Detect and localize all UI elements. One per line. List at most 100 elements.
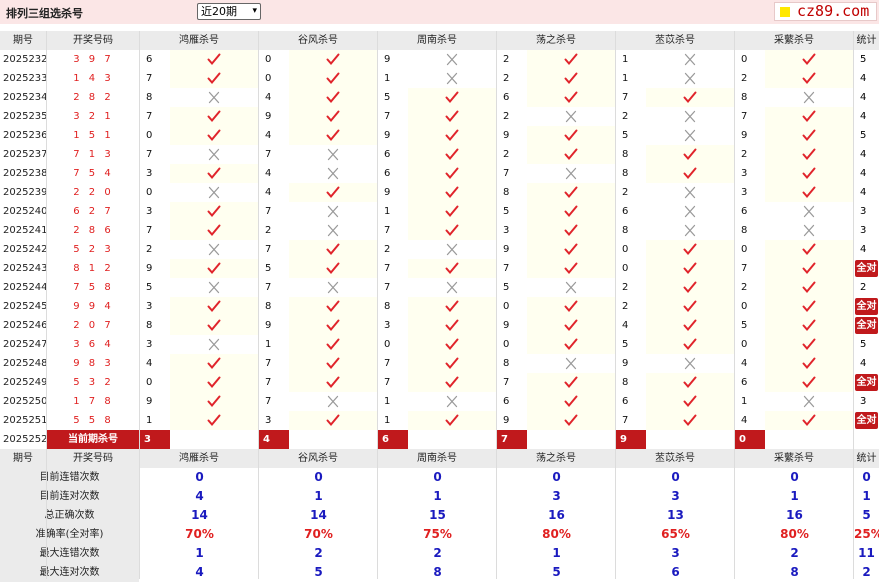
kill-digit: 9 — [384, 187, 391, 198]
kill-digit: 1 — [622, 73, 629, 84]
check-icon — [564, 148, 578, 161]
all-correct-badge: 全对 — [855, 298, 878, 315]
col-header-draw: 开奖号码 — [47, 449, 139, 468]
kill-digit: 8 — [622, 168, 629, 179]
correct-count: 4 — [860, 187, 867, 198]
stats-value: 15 — [429, 508, 446, 522]
table-row: 2025238 7 5 4 3 4 6 7 8 3 4 — [0, 164, 879, 183]
result-mark — [527, 126, 615, 145]
col-header-expert: 采蘩杀号 — [735, 31, 853, 50]
check-icon — [326, 243, 340, 256]
kill-digit: 7 — [146, 73, 153, 84]
kill-digit: 5 — [384, 92, 391, 103]
result-mark — [527, 259, 615, 278]
kill-digit: 7 — [265, 244, 272, 255]
stats-value: 5 — [314, 565, 323, 579]
result-mark — [408, 69, 496, 88]
stats-total: 5 — [862, 508, 871, 522]
table-row: 2025245 9 9 4 3 8 8 0 2 0 全对 — [0, 297, 879, 316]
kill-digit: 7 — [503, 263, 510, 274]
draw-number: 5 3 2 — [73, 377, 114, 388]
kill-digit: 9 — [384, 130, 391, 141]
stats-value: 3 — [552, 489, 561, 503]
check-icon — [207, 357, 221, 370]
check-icon — [802, 414, 816, 427]
cross-icon — [684, 53, 696, 66]
issue-number: 2025237 — [3, 149, 47, 160]
kill-digit: 0 — [622, 244, 629, 255]
cross-icon — [446, 281, 458, 294]
check-icon — [326, 262, 340, 275]
cross-icon — [803, 395, 815, 408]
check-icon — [564, 395, 578, 408]
kill-digit: 8 — [741, 92, 748, 103]
result-mark — [408, 316, 496, 335]
site-logo[interactable]: cz89.com — [774, 2, 877, 21]
all-correct-badge: 全对 — [855, 317, 878, 334]
draw-number: 9 9 4 — [73, 301, 114, 312]
result-mark — [170, 69, 258, 88]
result-mark — [765, 88, 853, 107]
kill-digit: 2 — [741, 73, 748, 84]
logo-square-icon — [780, 7, 790, 17]
result-mark — [408, 221, 496, 240]
chevron-down-icon: ▾ — [252, 6, 257, 16]
result-mark — [408, 107, 496, 126]
result-mark — [408, 126, 496, 145]
table-row: 2025236 1 5 1 0 4 9 9 5 9 5 — [0, 126, 879, 145]
result-mark — [289, 88, 377, 107]
issue-number: 2025246 — [3, 320, 47, 331]
check-icon — [683, 414, 697, 427]
check-icon — [564, 262, 578, 275]
stats-total: 0 — [862, 470, 871, 484]
stats-value: 70% — [185, 527, 214, 541]
period-select-value: 近20期 — [201, 5, 237, 18]
kill-digit: 4 — [265, 187, 272, 198]
col-header-expert: 荡之杀号 — [497, 31, 615, 50]
top-bar: 排列三组选杀号 近20期 ▾ cz89.com — [0, 0, 879, 24]
col-header-expert: 谷风杀号 — [259, 449, 377, 468]
cross-icon — [327, 167, 339, 180]
check-icon — [445, 148, 459, 161]
table-row: 2025239 2 2 0 0 4 9 8 2 3 4 — [0, 183, 879, 202]
result-mark — [646, 278, 734, 297]
result-mark — [289, 221, 377, 240]
check-icon — [564, 186, 578, 199]
kill-digit: 3 — [146, 339, 153, 350]
check-icon — [683, 167, 697, 180]
stats-value: 16 — [786, 508, 803, 522]
check-icon — [564, 205, 578, 218]
draw-number: 2 8 6 — [73, 225, 114, 236]
kill-digit: 8 — [622, 225, 629, 236]
kill-digit: 5 — [503, 282, 510, 293]
kill-digit: 9 — [503, 415, 510, 426]
result-mark — [646, 202, 734, 221]
kill-digit: 1 — [384, 206, 391, 217]
kill-digit: 0 — [146, 377, 153, 388]
kill-digit: 0 — [265, 73, 272, 84]
result-mark — [289, 411, 377, 430]
result-mark — [170, 183, 258, 202]
check-icon — [683, 262, 697, 275]
stats-value: 75% — [423, 527, 452, 541]
stats-value: 2 — [314, 546, 323, 560]
check-icon — [326, 91, 340, 104]
kill-digit: 5 — [622, 339, 629, 350]
kill-digit: 9 — [741, 130, 748, 141]
cross-icon — [327, 224, 339, 237]
result-mark — [289, 278, 377, 297]
result-mark — [527, 145, 615, 164]
kill-digit: 4 — [265, 130, 272, 141]
col-header-issue: 期号 — [0, 31, 46, 50]
period-select[interactable]: 近20期 ▾ — [197, 3, 261, 20]
cross-icon — [803, 224, 815, 237]
column-divider — [734, 31, 735, 579]
kill-digit: 4 — [741, 415, 748, 426]
result-mark — [765, 354, 853, 373]
kill-digit: 7 — [146, 225, 153, 236]
issue-number: 2025240 — [3, 206, 47, 217]
issue-number: 2025245 — [3, 301, 47, 312]
kill-digit: 6 — [384, 149, 391, 160]
result-mark — [289, 354, 377, 373]
table-row: 2025241 2 8 6 7 2 7 3 8 8 3 — [0, 221, 879, 240]
